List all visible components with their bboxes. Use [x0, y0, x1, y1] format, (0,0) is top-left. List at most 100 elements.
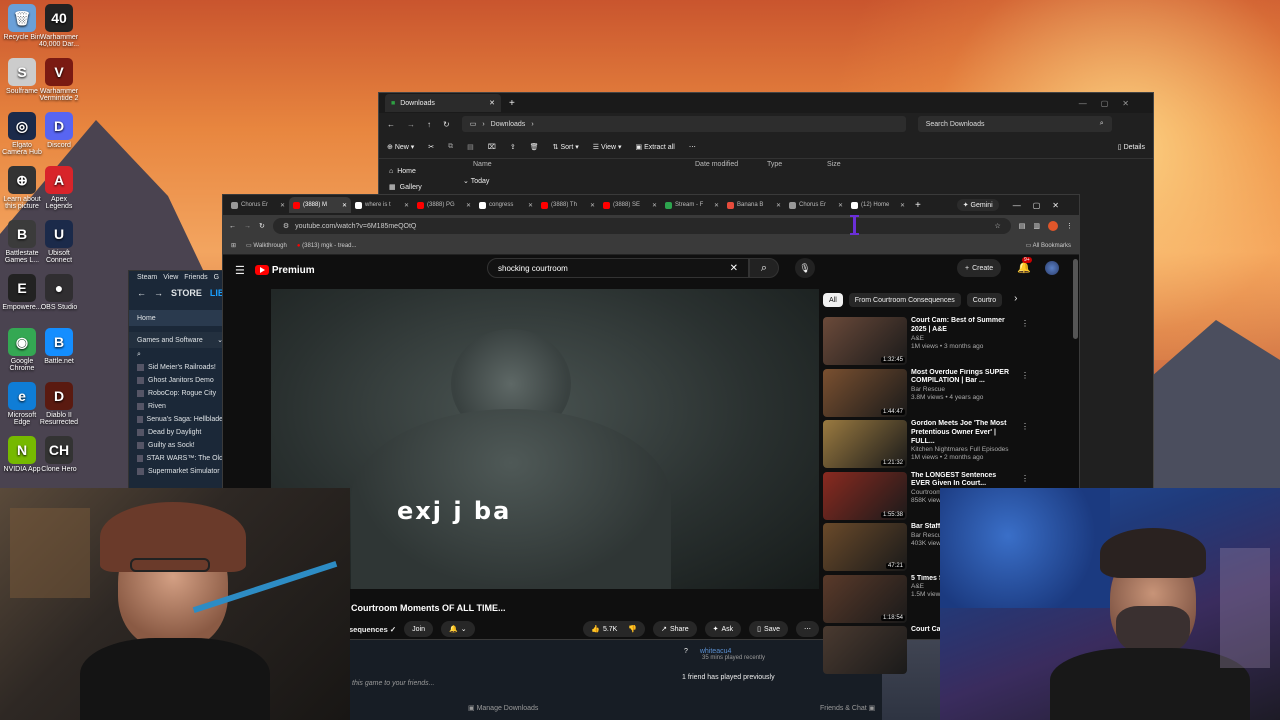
desktop-icon[interactable]: V Warhammer Vermintide 2 — [37, 58, 81, 103]
desktop-icon[interactable]: B Battle.net — [37, 328, 81, 365]
close-tab-icon[interactable]: ✕ — [590, 202, 595, 209]
chip-from-channel[interactable]: From Courtroom Consequences — [848, 293, 961, 307]
close-tab-icon[interactable]: ✕ — [652, 202, 657, 209]
chrome-tab[interactable]: where is t ✕ — [351, 197, 413, 213]
steam-game-item[interactable]: RoboCop: Rogue City — [129, 387, 231, 400]
chip-all[interactable]: All — [823, 293, 843, 307]
window-controls-icon[interactable]: —▢✕ — [1013, 201, 1071, 210]
hamburger-menu-icon[interactable]: ☰ — [235, 264, 245, 277]
account-avatar[interactable] — [1045, 261, 1059, 275]
steam-game-item[interactable]: Dead by Daylight — [129, 426, 231, 439]
join-button[interactable]: Join — [404, 621, 434, 637]
video-thumbnail[interactable] — [823, 626, 907, 674]
bookmark-star-icon[interactable]: ☆ — [994, 222, 1000, 230]
column-size[interactable]: Size — [827, 161, 867, 168]
column-date[interactable]: Date modified — [695, 161, 767, 168]
details-button[interactable]: ▯ Details — [1118, 143, 1145, 151]
back-arrow-icon[interactable]: ← — [137, 288, 146, 298]
subscribed-bell-button[interactable]: 🔔 ⌄ — [441, 621, 475, 637]
forward-arrow-icon[interactable]: → — [407, 120, 415, 129]
recommended-video-title[interactable]: Gordon Meets Joe 'The Most Pretentious O… — [911, 420, 1015, 446]
desktop-icon[interactable]: ● OBS Studio — [37, 274, 81, 311]
close-tab-icon[interactable]: ✕ — [404, 202, 409, 209]
column-name[interactable]: Name — [473, 161, 695, 168]
channel-name[interactable]: sequences ✓ — [349, 625, 396, 634]
url-bar[interactable]: ⚙ youtube.com/watch?v=6M185meQOtQ ☆ — [272, 218, 1011, 234]
paste-icon[interactable]: ▤ — [467, 143, 474, 151]
thumbs-down-icon[interactable]: 👎 — [628, 625, 637, 633]
notifications-button[interactable]: 🔔 9+ — [1017, 257, 1032, 274]
window-controls-icon[interactable]: —▢✕ — [1079, 99, 1143, 108]
up-arrow-icon[interactable]: ↑ — [427, 120, 431, 129]
steam-home[interactable]: Home — [129, 310, 231, 326]
chrome-tab[interactable]: congress ✕ — [475, 197, 537, 213]
manage-downloads-button[interactable]: ▣ Manage Downloads — [468, 704, 538, 712]
reload-icon[interactable]: ↻ — [259, 222, 265, 230]
recommended-video-title[interactable]: The LONGEST Sentences EVER Given In Cour… — [911, 472, 1015, 490]
forward-arrow-icon[interactable]: → — [244, 223, 251, 230]
chrome-tab[interactable]: (12) Home ✕ — [847, 197, 909, 213]
steam-game-item[interactable]: STAR WARS™: The Old — [129, 452, 231, 465]
like-dislike-group[interactable]: 👍 5.7K 👎 — [583, 621, 646, 637]
scrollbar[interactable] — [1073, 259, 1078, 339]
chrome-tab[interactable]: Banana B ✕ — [723, 197, 785, 213]
video-player[interactable]: exj j ba — [271, 289, 819, 589]
back-arrow-icon[interactable]: ← — [229, 223, 236, 230]
video-thumbnail[interactable]: 47:21 — [823, 523, 907, 571]
more-vert-icon[interactable]: ⋮ — [1021, 319, 1029, 328]
steam-game-item[interactable]: Senua's Saga: Hellblade — [129, 413, 231, 426]
more-actions-button[interactable]: ⋯ — [796, 621, 819, 637]
extract-all-button[interactable]: ▣ Extract all — [636, 143, 675, 151]
steam-game-item[interactable]: Guilty as Sock! — [129, 439, 231, 452]
video-thumbnail[interactable]: 1:18:54 — [823, 574, 907, 623]
close-tab-icon[interactable]: ✕ — [838, 202, 843, 209]
steam-filter-dropdown[interactable]: Games and Software ⌄ — [129, 332, 231, 348]
all-bookmarks-button[interactable]: ▭ All Bookmarks — [1026, 242, 1071, 249]
save-button[interactable]: ▯ Save — [749, 621, 788, 637]
chrome-tab[interactable]: (3888) Th ✕ — [537, 197, 599, 213]
copy-icon[interactable]: ⧉ — [448, 143, 453, 151]
recommended-channel[interactable]: Bar Rescue — [911, 386, 1015, 394]
desktop-icon[interactable]: D Diablo II Resurrected — [37, 382, 81, 427]
desktop-icon[interactable]: U Ubisoft Connect — [37, 220, 81, 265]
view-button[interactable]: ☰ View ▾ — [593, 143, 622, 151]
more-options-icon[interactable]: ⋯ — [689, 143, 696, 151]
extensions-icon[interactable]: ▤ — [1019, 222, 1026, 230]
bookmark-mgk[interactable]: ● (3813) mgk - tread... — [297, 243, 357, 249]
desktop-icon[interactable]: CH Clone Hero — [37, 436, 81, 473]
friends-chat-button[interactable]: Friends & Chat ▣ — [820, 704, 875, 712]
gemini-button[interactable]: ✦ Gemini — [956, 199, 999, 211]
recommended-video-title[interactable]: Court Cam: Best of Summer 2025 | A&E — [911, 317, 1015, 335]
youtube-search-button[interactable]: ⌕ — [749, 258, 779, 278]
recommended-channel[interactable]: A&E — [911, 335, 1015, 343]
create-button[interactable]: + Create — [957, 259, 1002, 277]
sidebar-item-gallery[interactable]: ▦ Gallery — [389, 179, 469, 195]
forward-arrow-icon[interactable]: → — [154, 288, 163, 298]
column-type[interactable]: Type — [767, 161, 827, 168]
chrome-tab[interactable]: (3888) PG ✕ — [413, 197, 475, 213]
steam-menu-steam[interactable]: Steam — [137, 274, 157, 281]
youtube-logo[interactable]: Premium — [254, 265, 315, 276]
explorer-address-bar[interactable]: ▭ › Downloads › — [461, 116, 906, 132]
recommended-video-title[interactable]: Most Overdue Firings SUPER COMPILATION |… — [911, 369, 1015, 387]
chip-courtroom[interactable]: Courtro — [966, 293, 1003, 307]
delete-icon[interactable]: 🗑 — [530, 143, 539, 151]
recommended-video[interactable]: 1:32:45 Court Cam: Best of Summer 2025 | … — [823, 317, 1029, 365]
video-thumbnail[interactable]: 1:55:38 — [823, 471, 907, 520]
sort-button[interactable]: ⇅ Sort ▾ — [553, 143, 579, 151]
explorer-search-box[interactable]: Search Downloads ⌕ — [917, 116, 1112, 132]
close-tab-icon[interactable]: ✕ — [466, 202, 471, 209]
steam-store-tab[interactable]: STORE — [171, 288, 202, 298]
refresh-icon[interactable]: ↻ — [443, 120, 450, 129]
back-arrow-icon[interactable]: ← — [387, 120, 395, 129]
ask-button[interactable]: ✦ Ask — [704, 621, 742, 637]
share-button[interactable]: ↗ Share — [653, 621, 697, 637]
new-tab-icon[interactable]: + — [509, 98, 515, 109]
desktop-icon[interactable]: A Apex Legends — [37, 166, 81, 211]
recommended-video[interactable]: 1:44:47 Most Overdue Firings SUPER COMPIL… — [823, 368, 1029, 417]
explorer-tab-downloads[interactable]: ■ Downloads ✕ — [385, 94, 501, 112]
sidebar-item-home[interactable]: ⌂ Home — [389, 163, 469, 179]
profile-avatar[interactable] — [1048, 221, 1058, 231]
steam-search-icon[interactable]: ⌕ — [129, 348, 231, 361]
close-tab-icon[interactable]: ✕ — [342, 202, 347, 209]
